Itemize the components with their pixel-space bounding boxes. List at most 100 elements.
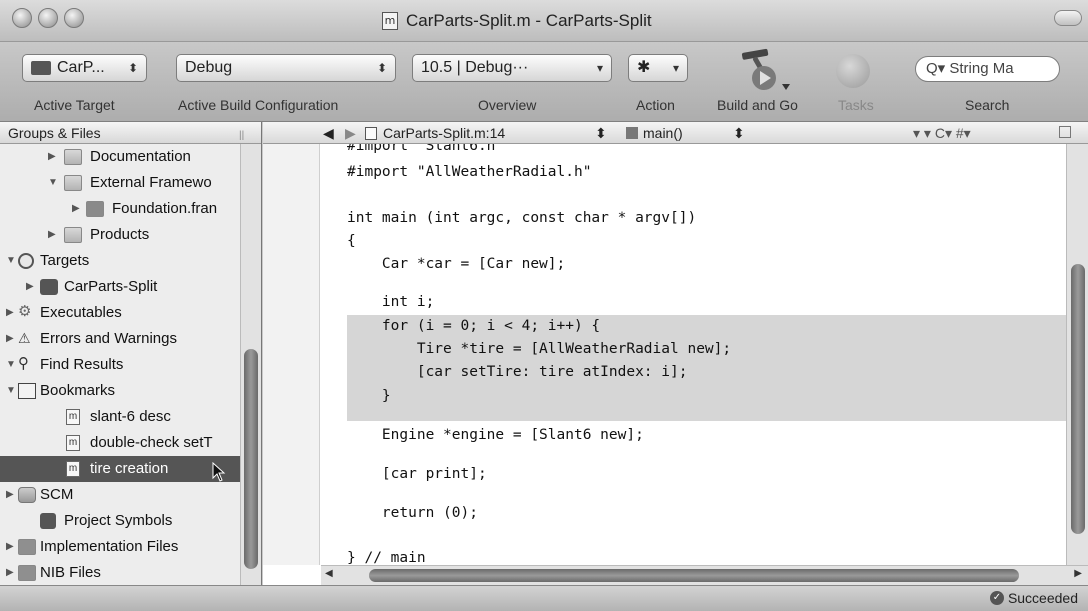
editor-tools-menus[interactable]: ▾ ▾ C▾ #▾ (913, 122, 971, 144)
framework-icon (86, 201, 104, 217)
m-file-icon: m (66, 435, 80, 451)
tree-item-targets[interactable]: ▼ Targets (0, 248, 240, 274)
tree-item-implementation-files[interactable]: ▶ Implementation Files (0, 534, 240, 560)
popup-arrows-icon: ⬍ (733, 125, 745, 141)
code-line: for (i = 0; i < 4; i++) { (347, 318, 601, 334)
disclosure-triangle-icon[interactable]: ▼ (6, 378, 18, 404)
minimize-window-button[interactable] (38, 8, 58, 28)
column-resize-grip[interactable]: || (239, 125, 249, 141)
line-gutter (263, 144, 320, 565)
function-icon (626, 127, 638, 139)
tree-item-project-symbols[interactable]: Project Symbols (0, 508, 240, 534)
tree-item-label: Errors and Warnings (40, 330, 177, 347)
code-line: } (347, 388, 391, 404)
tree-item-find-results[interactable]: ▼ ⚲ Find Results (0, 352, 240, 378)
action-label: Action (636, 97, 675, 113)
zoom-window-button[interactable] (64, 8, 84, 28)
tree-item-bookmark-double-check[interactable]: m double-check setT (0, 430, 240, 456)
folder-icon (64, 227, 82, 243)
check-icon: ✓ (989, 591, 1004, 605)
build-and-go-button[interactable] (734, 48, 794, 92)
overview-popup[interactable]: 10.5 | Debug··· ▾ (412, 54, 612, 82)
tree-item-executables[interactable]: ▶ ⚙ Executables (0, 300, 240, 326)
tree-item-products[interactable]: ▶ Products (0, 222, 240, 248)
tasks-stop-button[interactable] (836, 54, 870, 88)
disclosure-triangle-icon[interactable]: ▶ (26, 274, 38, 300)
function-popup[interactable]: main() (643, 122, 683, 144)
tree-item-label: CarParts-Split (64, 278, 158, 295)
scroll-right-icon[interactable]: ▶ (1074, 568, 1082, 579)
tree-item-documentation[interactable]: ▶ Documentation (0, 144, 240, 170)
editor-vertical-scroll-thumb[interactable] (1071, 264, 1085, 534)
search-field[interactable]: Q▾ String Ma (915, 56, 1060, 82)
tree-item-label: Executables (40, 304, 122, 321)
nib-icon (18, 565, 36, 581)
code-line: int main (int argc, const char * argv[]) (347, 210, 697, 226)
editor-vertical-scrollbar[interactable] (1066, 144, 1088, 565)
title-bar: m CarParts-Split.m - CarParts-Split (0, 0, 1088, 42)
back-arrow-icon[interactable]: ◀ (323, 122, 334, 144)
xcode-window: m CarParts-Split.m - CarParts-Split CarP… (0, 0, 1088, 611)
tree-item-label: Project Symbols (64, 512, 173, 529)
target-icon (18, 253, 34, 269)
sidebar-header: Groups & Files || (0, 122, 261, 144)
sidebar-header-title: Groups & Files (8, 125, 101, 141)
tree-item-carparts-split-target[interactable]: ▶ CarParts-Split (0, 274, 240, 300)
scroll-left-icon[interactable]: ◀ (325, 568, 333, 579)
tree-item-scm[interactable]: ▶ SCM (0, 482, 240, 508)
disclosure-triangle-icon[interactable]: ▶ (6, 534, 18, 560)
editor-navigation-bar: ◀ ▶ CarParts-Split.m:14 ⬍ main() ⬍ ▾ ▾ C… (263, 122, 1088, 144)
m-file-icon (365, 127, 377, 140)
code-line: Tire *tire = [AllWeatherRadial new]; (347, 341, 732, 357)
disclosure-triangle-icon[interactable]: ▶ (6, 326, 18, 352)
action-menu-button[interactable]: ✱ ▾ (628, 54, 688, 82)
editor-horizontal-scrollbar[interactable]: ◀ ▶ (321, 565, 1088, 585)
code-line: int i; (347, 294, 435, 310)
disclosure-triangle-icon[interactable]: ▼ (48, 170, 60, 196)
search-field-value: String Ma (949, 60, 1014, 77)
close-window-button[interactable] (12, 8, 32, 28)
split-editor-icon[interactable] (1059, 126, 1071, 138)
editor-horizontal-scroll-thumb[interactable] (369, 569, 1019, 582)
folder-icon (64, 175, 82, 191)
active-target-label: Active Target (34, 97, 115, 113)
disclosure-triangle-icon[interactable]: ▼ (6, 352, 18, 378)
code-line: [car print]; (347, 466, 487, 482)
tree-item-nib-files[interactable]: ▶ NIB Files (0, 560, 240, 585)
tree-item-external-frameworks[interactable]: ▼ External Framewo (0, 170, 240, 196)
tree-item-label: slant-6 desc (90, 408, 171, 425)
chevron-down-icon: ▾ (596, 61, 603, 75)
m-file-icon: m (66, 461, 80, 477)
tree-item-bookmark-slant6-desc[interactable]: m slant-6 desc (0, 404, 240, 430)
popup-arrows-icon: ⬍ (127, 61, 138, 75)
tree-item-bookmarks[interactable]: ▼ Bookmarks (0, 378, 240, 404)
disclosure-triangle-icon[interactable]: ▶ (6, 300, 18, 326)
active-target-value: CarP... (57, 59, 105, 76)
tree-item-bookmark-tire-creation[interactable]: m tire creation (0, 456, 240, 482)
active-target-popup[interactable]: CarP... ⬍ (22, 54, 147, 82)
file-history-popup[interactable]: CarParts-Split.m:14 (383, 122, 505, 144)
code-editor: ◀ ▶ CarParts-Split.m:14 ⬍ main() ⬍ ▾ ▾ C… (263, 122, 1088, 585)
chevron-down-icon: ▾ (672, 61, 679, 75)
tree-item-foundation-framework[interactable]: ▶ Foundation.fran (0, 196, 240, 222)
popup-arrows-icon: ⬍ (376, 61, 387, 75)
disclosure-triangle-icon[interactable]: ▶ (48, 144, 60, 170)
disclosure-triangle-icon[interactable]: ▶ (48, 222, 60, 248)
code-text-area[interactable]: #import "Slant6.h" #import "AllWeatherRa… (321, 144, 1066, 565)
toolbar-toggle-button[interactable] (1054, 10, 1082, 26)
app-target-icon (40, 279, 58, 295)
sidebar-scroll-thumb[interactable] (244, 349, 258, 569)
forward-arrow-icon[interactable]: ▶ (345, 122, 356, 144)
disclosure-triangle-icon[interactable]: ▶ (6, 560, 18, 585)
code-line: #import "AllWeatherRadial.h" (347, 164, 592, 180)
build-configuration-popup[interactable]: Debug ⬍ (176, 54, 396, 82)
disclosure-triangle-icon[interactable]: ▼ (6, 248, 18, 274)
sidebar-scrollbar[interactable] (240, 144, 261, 585)
tree-item-label: Products (90, 226, 150, 243)
tree-item-errors-and-warnings[interactable]: ▶ ⚠ Errors and Warnings (0, 326, 240, 352)
tree-item-label: double-check setT (90, 434, 213, 451)
disclosure-triangle-icon[interactable]: ▶ (72, 196, 84, 222)
window-title: CarParts-Split.m - CarParts-Split (406, 11, 652, 30)
disclosure-triangle-icon[interactable]: ▶ (6, 482, 18, 508)
magnifier-icon: ⚲ (18, 355, 29, 372)
